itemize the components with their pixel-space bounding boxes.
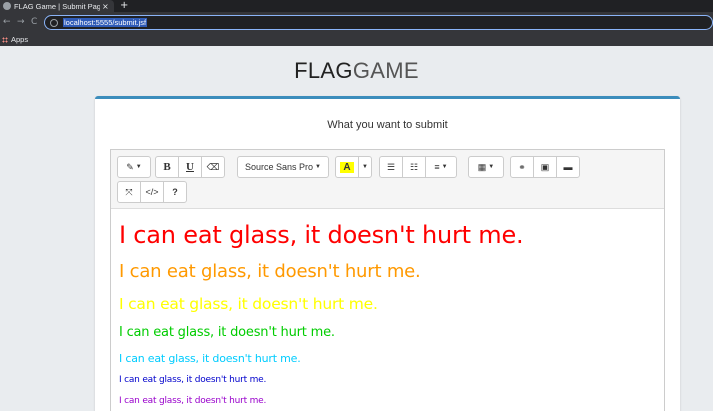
brand-bold: FLAG [294,58,353,83]
video-button[interactable]: ▬ [556,156,580,178]
address-bar[interactable]: localhost:5555/submit.jsf [44,15,713,30]
content-line: I can eat glass, it doesn't hurt me. [119,375,267,385]
help-icon: ? [172,187,178,197]
color-letter: A [340,161,354,173]
video-icon: ▬ [563,162,573,172]
brand-light: GAME [352,58,419,83]
content-line: I can eat glass, it doesn't hurt me. [119,396,267,406]
browser-toolbar: ← → C localhost:5555/submit.jsf [0,12,713,33]
picture-icon: ▣ [540,161,550,172]
bookmarks-bar: Apps [0,33,713,46]
page-brand: FLAGGAME [0,58,713,84]
browser-tab[interactable]: FLAG Game | Submit Page × [0,0,114,12]
submit-card: What you want to submit ✎ ▼ B U ⌫ Source … [95,96,680,411]
browser-tab-strip: FLAG Game | Submit Page × + [0,0,713,12]
apps-grid-icon[interactable] [2,36,8,43]
unordered-list-button[interactable]: ☰ [379,156,403,178]
link-button[interactable]: ⚭ [510,156,534,178]
eraser-icon: ⌫ [206,161,220,172]
editor-toolbar: ✎ ▼ B U ⌫ Source Sans Pro ▼ A ▼ ☰ ☷ ≡ ▼ ▦ ▼ [111,150,664,209]
clear-format-button[interactable]: ⌫ [201,156,225,178]
align-icon: ≡ [434,162,440,172]
font-name-label: Source Sans Pro [245,162,314,172]
card-title: What you want to submit [327,119,448,131]
content-line: I can eat glass, it doesn't hurt me. [119,295,378,313]
code-icon: </> [145,187,159,197]
new-tab-button[interactable]: + [120,0,128,12]
underline-button[interactable]: U [178,156,202,178]
fullscreen-icon: ⤧ [125,186,133,197]
magic-icon: ✎ [126,161,134,172]
globe-icon [3,2,11,10]
info-icon[interactable] [50,18,58,27]
help-button[interactable]: ? [163,181,187,203]
paragraph-dropdown-button[interactable]: ≡ ▼ [425,156,457,178]
rich-text-editor: ✎ ▼ B U ⌫ Source Sans Pro ▼ A ▼ ☰ ☷ ≡ ▼ ▦ ▼ [110,149,665,411]
unordered-list-icon: ☰ [386,161,396,172]
content-line: I can eat glass, it doesn't hurt me. [119,261,421,282]
bookmark-apps[interactable]: Apps [11,35,28,44]
fullscreen-button[interactable]: ⤧ [117,181,141,203]
color-dropdown-button[interactable]: ▼ [358,156,372,178]
color-button[interactable]: A [335,156,359,178]
link-icon: ⚭ [518,161,526,172]
editor-content-area[interactable]: I can eat glass, it doesn't hurt me. I c… [111,209,664,411]
ordered-list-button[interactable]: ☷ [402,156,426,178]
content-line: I can eat glass, it doesn't hurt me. [119,325,335,340]
style-dropdown-button[interactable]: ✎ ▼ [117,156,151,178]
content-line: I can eat glass, it doesn't hurt me. [119,221,524,249]
table-icon: ▦ [477,161,487,172]
back-button[interactable]: ← [3,15,11,29]
picture-button[interactable]: ▣ [533,156,557,178]
ordered-list-icon: ☷ [409,161,419,172]
reload-button[interactable]: C [31,15,37,29]
tab-title: FLAG Game | Submit Page [14,1,100,11]
codeview-button[interactable]: </> [140,181,164,203]
table-dropdown-button[interactable]: ▦ ▼ [468,156,504,178]
forward-button[interactable]: → [17,15,25,29]
close-icon[interactable]: × [102,2,109,11]
bold-button[interactable]: B [155,156,179,178]
content-line: I can eat glass, it doesn't hurt me. [119,352,301,365]
font-name-dropdown[interactable]: Source Sans Pro ▼ [237,156,329,178]
url-text[interactable]: localhost:5555/submit.jsf [63,18,148,27]
